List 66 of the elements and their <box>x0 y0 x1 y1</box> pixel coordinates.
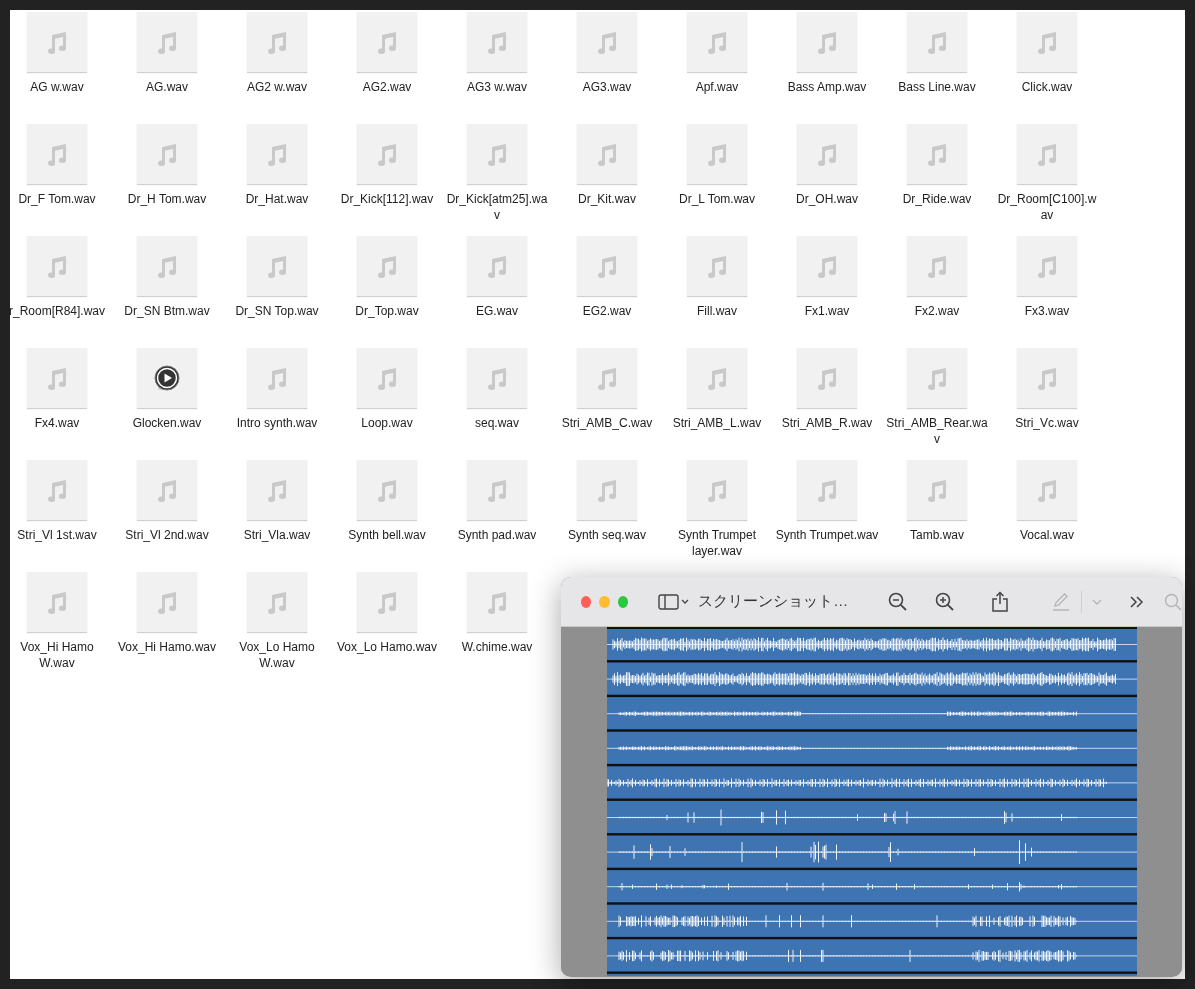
file-name[interactable]: Synth bell.wav <box>348 527 426 543</box>
file-name[interactable]: Vocal.wav <box>1020 527 1074 543</box>
file-name[interactable]: Fx1.wav <box>804 303 850 319</box>
file-name[interactable]: Dr_Top.wav <box>355 303 419 319</box>
file-name[interactable]: EG.wav <box>476 303 518 319</box>
file-name[interactable]: EG2.wav <box>582 303 632 319</box>
file-name[interactable]: Dr_Kick[atm25].wav <box>445 191 549 223</box>
file-name[interactable]: Stri_AMB_L.wav <box>672 415 762 431</box>
audio-file-icon[interactable] <box>137 348 197 408</box>
file-name[interactable]: Synth Trumpet.wav <box>775 527 879 543</box>
file-name[interactable]: Glocken.wav <box>132 415 202 431</box>
file-name[interactable]: AG2 w.wav <box>247 79 307 95</box>
file-name[interactable]: AG2.wav <box>362 79 412 95</box>
share-icon[interactable] <box>991 590 1010 613</box>
file-name[interactable]: Dr_OH.wav <box>796 191 858 207</box>
file-name[interactable]: Bass Amp.wav <box>787 79 867 95</box>
chevrons-icon[interactable] <box>1130 594 1144 609</box>
file-name[interactable]: Synth seq.wav <box>567 527 646 543</box>
file-name[interactable]: W.chime.wav <box>461 639 533 655</box>
file-name[interactable]: Stri_Vla.wav <box>243 527 311 543</box>
zoom-out-icon[interactable] <box>888 591 909 612</box>
file-name[interactable]: Fill.wav <box>697 303 737 319</box>
file-name[interactable]: Dr_Kick[112].wav <box>340 191 434 207</box>
close-button[interactable] <box>581 595 592 608</box>
file-name[interactable]: Stri_AMB_Rear.wav <box>885 415 989 447</box>
file-name[interactable]: Dr_F Tom.wav <box>18 191 96 207</box>
file-name[interactable]: Stri_Vl 2nd.wav <box>125 527 209 543</box>
file-name[interactable]: Synth pad.wav <box>457 527 537 543</box>
file-name[interactable]: Intro synth.wav <box>236 415 318 431</box>
minimize-button[interactable] <box>599 595 610 608</box>
file-name[interactable]: Dr_SN Top.wav <box>235 303 319 319</box>
file-name[interactable]: Vox_Lo Hamo.wav <box>336 639 438 655</box>
file-name[interactable]: AG3.wav <box>582 79 632 95</box>
file-name[interactable]: Apf.wav <box>695 79 739 95</box>
window-title: スクリーンショット… <box>698 591 849 612</box>
file-name[interactable]: Dr_Kit.wav <box>578 191 636 207</box>
file-name[interactable]: AG w.wav <box>30 79 84 95</box>
file-name[interactable]: Dr_H Tom.wav <box>127 191 207 207</box>
file-name[interactable]: Tamb.wav <box>910 527 964 543</box>
sidebar-icon[interactable] <box>658 592 691 611</box>
file-name[interactable]: Click.wav <box>1021 79 1073 95</box>
file-name[interactable]: Dr_L Tom.wav <box>679 191 755 207</box>
file-name[interactable]: Fx2.wav <box>914 303 960 319</box>
file-name[interactable]: Dr_SN Btm.wav <box>124 303 210 319</box>
file-name[interactable]: Stri_Vl 1st.wav <box>17 527 97 543</box>
zoom-in-icon[interactable] <box>935 591 956 612</box>
file-name[interactable]: r_Room[R84].wav <box>10 303 105 319</box>
file-name[interactable]: seq.wav <box>475 415 519 431</box>
file-name[interactable]: Dr_Hat.wav <box>245 191 309 207</box>
file-name[interactable]: Synth Trumpet layer.wav <box>665 527 769 559</box>
file-name[interactable]: AG.wav <box>146 79 188 95</box>
file-name[interactable]: Vox_Hi Hamo.wav <box>117 639 216 655</box>
file-name[interactable]: Dr_Ride.wav <box>902 191 972 207</box>
file-name[interactable]: Dr_Room[C100].wav <box>995 191 1099 223</box>
file-name[interactable]: Stri_AMB_C.wav <box>561 415 653 431</box>
file-name[interactable]: AG3 w.wav <box>467 79 527 95</box>
file-name[interactable]: Vox_Lo Hamo W.wav <box>225 639 329 671</box>
file-name[interactable]: Stri_Vc.wav <box>1015 415 1079 431</box>
file-name[interactable]: Fx3.wav <box>1024 303 1070 319</box>
file-name[interactable]: Stri_AMB_R.wav <box>781 415 873 431</box>
file-name[interactable]: Vox_Hi Hamo W.wav <box>10 639 109 671</box>
play-icon[interactable] <box>154 365 180 391</box>
zoom-button[interactable] <box>617 595 629 608</box>
file-name[interactable]: Bass Line.wav <box>898 79 976 95</box>
file-name[interactable]: Loop.wav <box>361 415 413 431</box>
file-name[interactable]: Fx4.wav <box>34 415 80 431</box>
